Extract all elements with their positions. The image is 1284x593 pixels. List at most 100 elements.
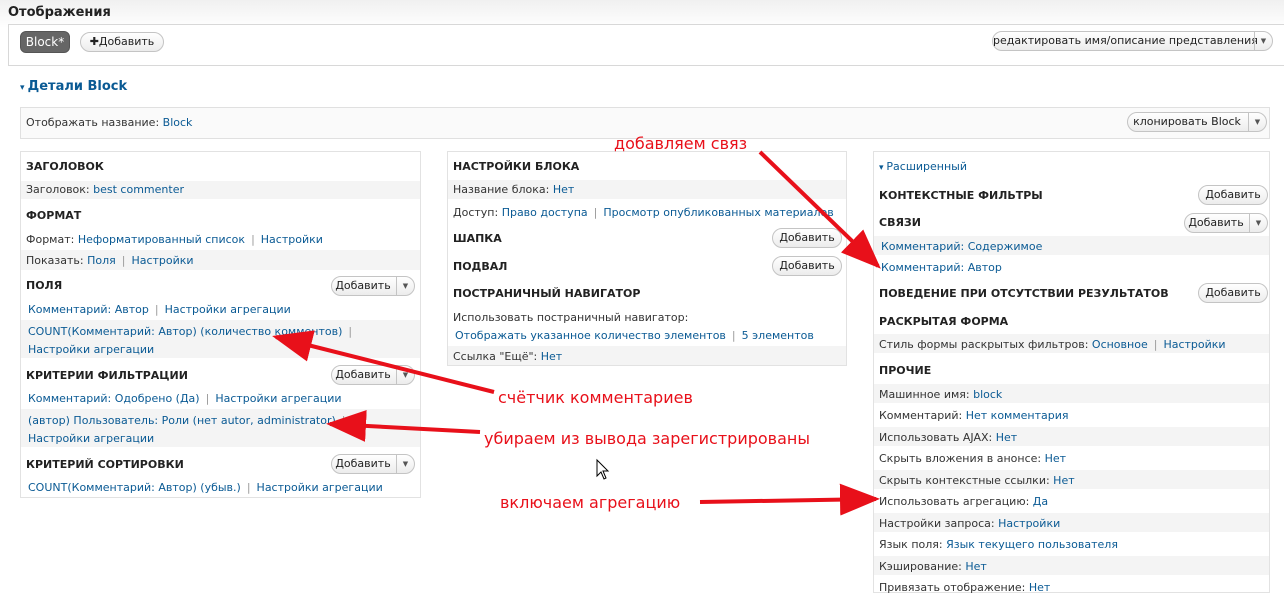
setting-label: Машинное имя: [879, 388, 970, 401]
setting-link[interactable]: Настройки [998, 517, 1060, 530]
section-relationships: СВЯЗИ [879, 216, 921, 229]
annotation-label: убираем из вывода зарегистрированы [484, 429, 810, 448]
setting-label: Настройки запроса: [879, 517, 995, 530]
annotation-label: счётчик комментариев [498, 388, 693, 407]
header-add-button[interactable]: Добавить [772, 228, 842, 248]
exposed-settings-link[interactable]: Настройки [1163, 338, 1225, 351]
exposed-row: Стиль формы раскрытых фильтров: Основное… [879, 338, 1226, 351]
edit-view-label: редактировать имя/описание представления [993, 34, 1258, 47]
aggregation-settings-link[interactable]: Настройки агрегации [215, 392, 341, 405]
relationships-add-button[interactable]: Добавить ▼ [1184, 213, 1268, 233]
list-item: Настройки агрегации [28, 432, 154, 445]
block-name-link[interactable]: Нет [553, 183, 574, 196]
details-toggle[interactable]: ▾ Детали Block [20, 79, 127, 94]
list-item: (автор) Пользователь: Роли (нет autor, a… [28, 414, 346, 427]
exposed-label: Стиль формы раскрытых фильтров: [879, 338, 1089, 351]
section-contextual-filters: КОНТЕКСТНЫЕ ФИЛЬТРЫ [879, 189, 1043, 202]
edit-view-name-button[interactable]: редактировать имя/описание представления… [992, 31, 1273, 51]
show-fields-link[interactable]: Поля [87, 254, 116, 267]
access-label: Доступ: [453, 206, 499, 219]
chevron-down-icon[interactable]: ▼ [396, 455, 414, 473]
list-item: Кэширование: Нет [879, 560, 987, 573]
sort-link[interactable]: COUNT(Комментарий: Автор) (убыв.) [28, 481, 241, 494]
aggregation-settings-link[interactable]: Настройки агрегации [28, 432, 154, 445]
list-item: Комментарий: Одобрено (Да) | Настройки агр… [28, 392, 342, 405]
add-label: Добавить [335, 368, 391, 381]
chevron-down-icon[interactable]: ▼ [1249, 214, 1267, 232]
no-results-add-button[interactable]: Добавить [1198, 283, 1268, 303]
aggregation-settings-link[interactable]: Настройки агрегации [165, 303, 291, 316]
setting-link[interactable]: Нет комментария [966, 409, 1069, 422]
format-settings-link[interactable]: Настройки [261, 233, 323, 246]
setting-link[interactable]: Нет [965, 560, 986, 573]
clone-label: клонировать Block [1133, 115, 1241, 128]
relationship-link[interactable]: Комментарий: Содержимое [881, 240, 1042, 253]
sort-add-button[interactable]: Добавить ▼ [331, 454, 415, 474]
section-other: ПРОЧИЕ [879, 364, 932, 377]
section-pager: ПОСТРАНИЧНЫЙ НАВИГАТОР [453, 287, 641, 300]
relationship-link[interactable]: Комментарий: Автор [881, 261, 1002, 274]
setting-link[interactable]: Нет [1045, 452, 1066, 465]
add-label: Добавить [335, 279, 391, 292]
setting-link[interactable]: Нет [1029, 581, 1050, 593]
more-link[interactable]: Нет [541, 350, 562, 363]
display-name-label: Отображать название: [26, 116, 160, 129]
clone-block-button[interactable]: клонировать Block ▼ [1127, 112, 1267, 132]
header-value-link[interactable]: best commenter [93, 183, 184, 196]
filter-link[interactable]: (автор) Пользователь: Роли (нет autor, a… [28, 414, 336, 427]
permission-link[interactable]: Просмотр опубликованных материалов [603, 206, 833, 219]
section-format: ФОРМАТ [26, 209, 82, 222]
aggregation-settings-link[interactable]: Настройки агрегации [28, 343, 154, 356]
list-item: COUNT(Комментарий: Автор) (убыв.) | Настро… [28, 481, 383, 494]
setting-link[interactable]: Нет [1053, 474, 1074, 487]
aggregation-link[interactable]: Да [1033, 495, 1048, 508]
page-title: Отображения [8, 5, 111, 20]
advanced-toggle[interactable]: ▾ Расширенный [879, 160, 967, 173]
section-filters: КРИТЕРИИ ФИЛЬТРАЦИИ [26, 369, 188, 382]
section-exposed-form: РАСКРЫТАЯ ФОРМА [879, 315, 1009, 328]
display-name-row: Отображать название: Block [26, 116, 192, 129]
list-item: Комментарий: Нет комментария [879, 409, 1069, 422]
section-block-settings: НАСТРОЙКИ БЛОКА [453, 160, 580, 173]
pager-items-link[interactable]: 5 элементов [742, 329, 814, 342]
section-no-results: ПОВЕДЕНИЕ ПРИ ОТСУТСТВИИ РЕЗУЛЬТАТОВ [879, 287, 1169, 300]
exposed-link[interactable]: Основное [1092, 338, 1148, 351]
setting-label: Скрыть вложения в анонсе: [879, 452, 1042, 465]
more-link-row: Ссылка "Ещё": Нет [453, 350, 562, 363]
advanced-label: Расширенный [886, 160, 967, 173]
setting-label: Кэширование: [879, 560, 962, 573]
chevron-down-icon[interactable]: ▼ [396, 366, 414, 384]
add-display-button[interactable]: ✚Добавить [80, 32, 164, 52]
contextual-add-button[interactable]: Добавить [1198, 185, 1268, 205]
setting-link[interactable]: Язык текущего пользователя [946, 538, 1118, 551]
chevron-down-icon[interactable]: ▼ [1248, 113, 1266, 131]
setting-link[interactable]: Нет [996, 431, 1017, 444]
format-link[interactable]: Неформатированный список [78, 233, 245, 246]
chevron-down-icon[interactable]: ▼ [396, 277, 414, 295]
section-sort: КРИТЕРИЙ СОРТИРОВКИ [26, 458, 184, 471]
format-row: Формат: Неформатированный список | Настрой… [26, 233, 323, 246]
access-link[interactable]: Право доступа [502, 206, 588, 219]
setting-label: Использовать AJAX: [879, 431, 993, 444]
display-name-link[interactable]: Block [163, 116, 193, 129]
tab-block[interactable]: Block* [20, 31, 70, 53]
pager-link[interactable]: Отображать указанное количество элементо… [455, 329, 726, 342]
show-row: Показать: Поля | Настройки [26, 254, 194, 267]
caret-down-icon: ▾ [20, 83, 28, 93]
field-link[interactable]: Комментарий: Автор [28, 303, 149, 316]
show-label: Показать: [26, 254, 84, 267]
footer-add-button[interactable]: Добавить [772, 256, 842, 276]
chevron-down-icon[interactable]: ▼ [1254, 32, 1272, 50]
block-name-label: Название блока: [453, 183, 550, 196]
setting-link[interactable]: block [973, 388, 1002, 401]
add-label: Добавить [335, 457, 391, 470]
field-link[interactable]: COUNT(Комментарий: Автор) (количество ко… [28, 325, 342, 338]
fields-add-button[interactable]: Добавить ▼ [331, 276, 415, 296]
section-header: ШАПКА [453, 232, 502, 245]
filter-link[interactable]: Комментарий: Одобрено (Да) [28, 392, 200, 405]
show-settings-link[interactable]: Настройки [131, 254, 193, 267]
filters-add-button[interactable]: Добавить ▼ [331, 365, 415, 385]
aggregation-settings-link[interactable]: Настройки агрегации [257, 481, 383, 494]
pager-row: Отображать указанное количество элементо… [455, 329, 814, 342]
access-row: Доступ: Право доступа | Просмотр опубликов… [453, 206, 834, 219]
